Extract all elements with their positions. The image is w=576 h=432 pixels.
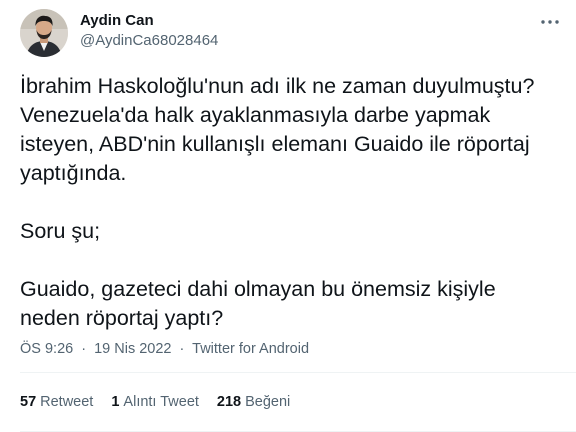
tweet-stats: 57 Retweet 1 Alıntı Tweet 218 Beğeni bbox=[20, 393, 308, 411]
retweets-count: 57 bbox=[20, 394, 37, 410]
tweet-text: İbrahim Haskoloğlu'nun adı ilk ne zaman … bbox=[20, 74, 535, 330]
avatar-image bbox=[20, 9, 68, 57]
divider bbox=[20, 372, 576, 373]
avatar[interactable] bbox=[20, 9, 68, 57]
author-handle[interactable]: @AydinCa68028464 bbox=[80, 32, 218, 50]
more-dots-icon bbox=[541, 20, 559, 24]
meta-separator: · bbox=[179, 341, 185, 357]
meta-separator: · bbox=[81, 341, 87, 357]
tweet: Aydin Can @AydinCa68028464 İbrahim Hasko… bbox=[0, 0, 576, 432]
likes-count: 218 bbox=[216, 394, 242, 410]
tweet-meta: ÖS 9:26 · 19 Nis 2022 · Twitter for Andr… bbox=[20, 340, 309, 358]
tweet-date[interactable]: 19 Nis 2022 bbox=[94, 341, 171, 357]
likes-stat[interactable]: 218 Beğeni bbox=[217, 393, 290, 411]
more-options-button[interactable] bbox=[538, 12, 562, 32]
likes-label: Beğeni bbox=[245, 394, 291, 410]
tweet-time[interactable]: ÖS 9:26 bbox=[20, 341, 73, 357]
quote-tweets-stat[interactable]: 1 Alıntı Tweet bbox=[111, 393, 199, 411]
retweets-stat[interactable]: 57 Retweet bbox=[20, 393, 93, 411]
quote-tweets-count: 1 bbox=[111, 394, 120, 410]
author-display-name[interactable]: Aydin Can bbox=[80, 12, 154, 30]
quote-tweets-label: Alıntı Tweet bbox=[123, 394, 199, 410]
retweets-label: Retweet bbox=[40, 394, 94, 410]
tweet-source[interactable]: Twitter for Android bbox=[192, 341, 309, 357]
